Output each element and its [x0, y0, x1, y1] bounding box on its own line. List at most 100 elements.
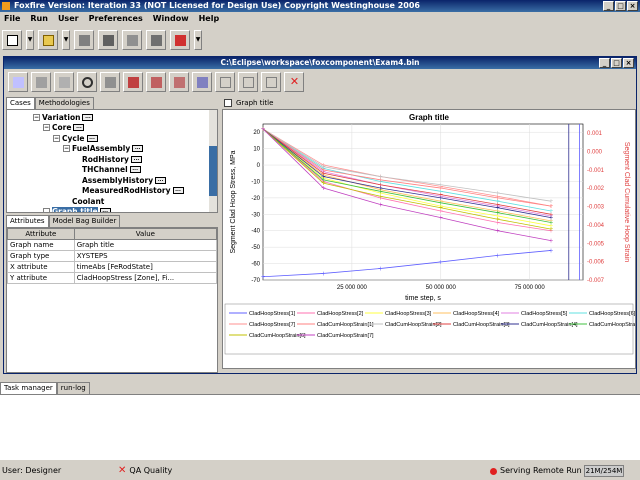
new-file-icon — [7, 35, 18, 46]
tree-expander-icon[interactable]: − — [33, 113, 40, 121]
tab-attributes[interactable]: Attributes — [6, 215, 49, 227]
search-button[interactable] — [77, 72, 97, 92]
tree-node[interactable]: Coolant — [63, 196, 104, 206]
serving-status-icon — [490, 467, 497, 475]
data-point: + — [378, 201, 383, 208]
brace-button[interactable] — [261, 72, 281, 92]
node-options-button[interactable]: ... — [86, 134, 98, 142]
tab-task-manager[interactable]: Task manager — [0, 382, 57, 394]
tree-node-label: MeasuredRodHistory — [82, 186, 171, 195]
attribute-column-header[interactable]: Attribute — [7, 228, 75, 240]
delete-button[interactable]: ✕ — [284, 72, 304, 92]
run-button[interactable] — [170, 30, 190, 50]
new-dropdown-button[interactable]: ▼ — [26, 30, 34, 50]
grid-button[interactable] — [54, 72, 74, 92]
paste-button[interactable] — [123, 72, 143, 92]
print-button[interactable] — [122, 30, 142, 50]
close-button[interactable]: × — [627, 1, 638, 11]
open-button[interactable] — [38, 30, 58, 50]
tree-node[interactable]: THChannel... — [73, 165, 141, 175]
export-button[interactable] — [146, 72, 166, 92]
node-options-button[interactable]: ... — [130, 155, 142, 163]
data-point: + — [495, 216, 500, 223]
bracket-button[interactable] — [215, 72, 235, 92]
menu-file[interactable]: File — [4, 12, 20, 26]
node-options-button[interactable]: ... — [172, 187, 184, 194]
menu-user[interactable]: User — [58, 12, 79, 26]
attr-value[interactable]: Graph title — [73, 239, 218, 251]
menu-run[interactable]: Run — [30, 12, 48, 26]
tab-run-log[interactable]: run-log — [56, 382, 90, 394]
node-options-button[interactable]: ... — [82, 113, 94, 121]
copy-icon — [105, 77, 116, 88]
menu-window[interactable]: Window — [153, 12, 189, 26]
x-axis-label: time step, s — [405, 295, 441, 302]
tree-expander-icon[interactable]: − — [63, 145, 70, 152]
link-button[interactable] — [192, 72, 212, 92]
tree-node[interactable]: − Cycle... — [53, 133, 98, 143]
tab-graph-title[interactable]: Graph title — [222, 97, 636, 109]
legend-entry: CladHoopStress[7] — [249, 322, 296, 328]
y-tick-label: -50 — [251, 245, 260, 251]
graph-area: Graph title 20 10 0 -10 -20 -30 -40 -50 -60 -70 25 … — [222, 109, 640, 369]
binoculars-button[interactable] — [146, 30, 166, 50]
legend-entry: CladCumHoopStrain[4] — [521, 322, 578, 328]
tree-expander-icon[interactable]: − — [43, 124, 50, 131]
node-options-button[interactable]: ... — [129, 166, 141, 173]
editor-toolbar: ✕ — [4, 69, 636, 95]
tree-node[interactable]: MeasuredRodHistory... — [73, 186, 184, 196]
tree-node[interactable]: AssemblyHistory... — [73, 175, 167, 185]
node-options-button[interactable]: ... — [73, 124, 85, 131]
editor-close-button[interactable]: × — [623, 58, 634, 68]
tree-node[interactable]: − Core... — [43, 123, 85, 133]
legend-entry: CladCumHoopStrain[1] — [317, 322, 374, 328]
series-line — [262, 128, 552, 227]
tree-node[interactable]: − Variation... — [33, 112, 94, 122]
editor-maximize-button[interactable]: □ — [611, 58, 622, 68]
attr-value[interactable]: CladHoopStress [Zone], Fi... — [73, 272, 218, 284]
attr-name: Graph name — [7, 239, 75, 251]
tree-scrollbar[interactable] — [209, 110, 217, 212]
tree-node[interactable]: − FuelAssembly... — [63, 144, 144, 154]
table-row[interactable]: X attribute timeAbs [FeRodState] — [7, 261, 218, 273]
tree-expander-icon[interactable]: − — [53, 134, 60, 142]
add-node-button[interactable] — [8, 72, 28, 92]
table-row[interactable]: Graph type XYSTEPS — [7, 250, 218, 262]
save-button[interactable] — [74, 30, 94, 50]
data-point: + — [438, 182, 443, 189]
tab-cases[interactable]: Cases — [6, 97, 35, 109]
tree-node[interactable]: Graph title... — [43, 207, 111, 212]
save-all-button[interactable] — [98, 30, 118, 50]
value-column-header[interactable]: Value — [73, 228, 218, 240]
tree-expander-icon[interactable] — [43, 208, 50, 212]
new-button[interactable] — [2, 30, 22, 50]
data-point: + — [548, 198, 553, 205]
tree-node-label: Coolant — [72, 196, 105, 206]
tree-node[interactable]: RodHistory... — [73, 154, 142, 164]
node-options-button[interactable]: ... — [99, 208, 111, 212]
open-dropdown-button[interactable]: ▼ — [62, 30, 70, 50]
question-button[interactable] — [238, 72, 258, 92]
memory-indicator[interactable]: 21M/254M — [584, 465, 624, 477]
attr-value[interactable]: XYSTEPS — [73, 250, 218, 262]
copy-button[interactable] — [100, 72, 120, 92]
tree-button[interactable] — [31, 72, 51, 92]
node-options-button[interactable]: ... — [155, 176, 167, 184]
node-options-button[interactable]: ... — [132, 145, 144, 152]
menu-help[interactable]: Help — [199, 12, 220, 26]
x-tick-label: 75 000 000 — [515, 285, 546, 291]
tree-scroll-thumb[interactable] — [209, 146, 217, 196]
y2-tick-label: 0.001 — [587, 131, 603, 137]
import-button[interactable] — [169, 72, 189, 92]
run-dropdown-button[interactable]: ▼ — [194, 30, 202, 50]
tab-methodologies[interactable]: Methodologies — [34, 97, 94, 109]
menu-preferences[interactable]: Preferences — [89, 12, 143, 26]
tab-model-bag-builder[interactable]: Model Bag Builder — [48, 215, 121, 227]
table-row[interactable]: Y attribute CladHoopStress [Zone], Fi... — [7, 272, 218, 284]
attr-value[interactable]: timeAbs [FeRodState] — [73, 261, 218, 273]
task-area — [0, 394, 640, 460]
table-row[interactable]: Graph name Graph title — [7, 239, 218, 251]
minimize-button[interactable]: _ — [603, 1, 614, 11]
maximize-button[interactable]: □ — [615, 1, 626, 11]
editor-minimize-button[interactable]: _ — [599, 58, 610, 68]
